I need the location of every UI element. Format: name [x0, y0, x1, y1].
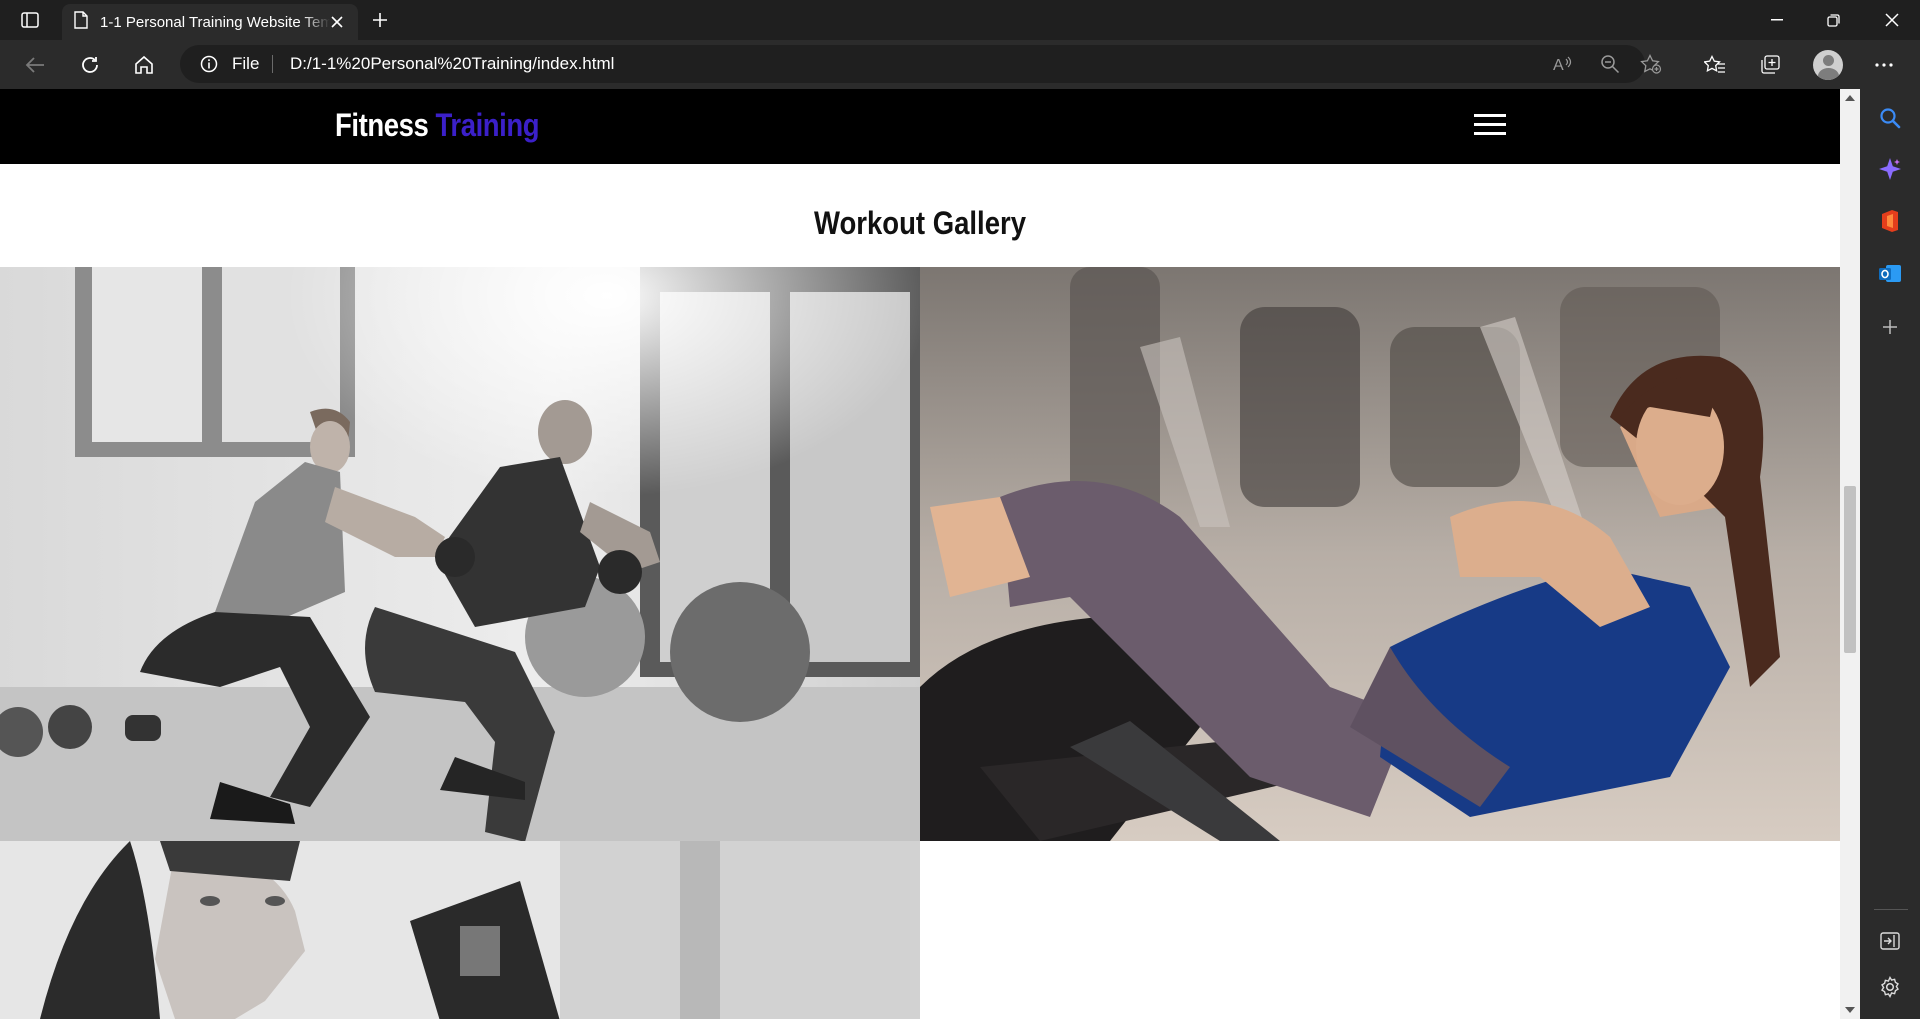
profile-avatar[interactable]: [1813, 50, 1843, 80]
address-separator: [272, 55, 273, 73]
tab-actions-icon[interactable]: [14, 8, 46, 32]
close-tab-icon[interactable]: [328, 13, 346, 31]
browser-tab[interactable]: 1-1 Personal Training Website Template: [62, 4, 358, 40]
gallery-photo-squats[interactable]: [0, 267, 920, 841]
page-icon: [74, 10, 88, 34]
split-screen-icon[interactable]: [1878, 929, 1902, 953]
close-window-button[interactable]: [1864, 0, 1920, 40]
svg-text:A: A: [1553, 57, 1564, 73]
add-icon[interactable]: [1878, 315, 1902, 339]
page-viewport: Fitness Training Workout Gallery: [0, 89, 1840, 1019]
back-button[interactable]: [19, 49, 51, 81]
search-icon[interactable]: [1878, 106, 1902, 130]
page-scrollbar[interactable]: [1840, 89, 1860, 1019]
browser-toolbar: File D:/1-1%20Personal%20Training/index.…: [0, 40, 1920, 89]
scroll-up-arrow[interactable]: [1845, 95, 1855, 101]
logo-accent-text: Training: [435, 107, 540, 143]
gallery-photo-situps[interactable]: [920, 267, 1840, 841]
new-tab-button[interactable]: [366, 8, 394, 32]
office-icon[interactable]: [1878, 209, 1902, 233]
read-aloud-icon[interactable]: A: [1551, 53, 1575, 75]
site-header: Fitness Training: [0, 89, 1840, 164]
logo-primary-text: Fitness: [335, 107, 429, 143]
address-bar[interactable]: File D:/1-1%20Personal%20Training/index.…: [180, 45, 1662, 83]
browser-sidebar: [1860, 89, 1920, 1019]
copilot-icon[interactable]: [1878, 157, 1902, 181]
tab-title: 1-1 Personal Training Website Template: [100, 13, 330, 31]
minimize-button[interactable]: [1749, 0, 1805, 40]
address-scheme: File: [232, 54, 260, 73]
tab-strip: 1-1 Personal Training Website Template: [0, 0, 1920, 40]
collections-icon[interactable]: [1754, 49, 1786, 81]
site-logo[interactable]: Fitness Training: [335, 107, 540, 144]
settings-icon[interactable]: [1878, 975, 1902, 999]
site-info-icon[interactable]: [200, 55, 218, 78]
gallery-photo-machine[interactable]: [0, 841, 920, 1019]
gallery-title: Workout Gallery: [813, 205, 1027, 241]
favorites-icon[interactable]: [1699, 49, 1731, 81]
sidebar-divider: [1874, 909, 1908, 910]
zoom-out-icon[interactable]: [1598, 53, 1622, 75]
home-button[interactable]: [128, 49, 160, 81]
restore-button[interactable]: [1805, 0, 1861, 40]
add-favorite-icon[interactable]: [1639, 53, 1663, 75]
more-icon[interactable]: [1868, 49, 1900, 81]
refresh-button[interactable]: [74, 49, 106, 81]
address-url[interactable]: D:/1-1%20Personal%20Training/index.html: [290, 54, 614, 74]
menu-icon[interactable]: [1474, 114, 1506, 135]
scroll-down-arrow[interactable]: [1845, 1007, 1855, 1013]
outlook-icon[interactable]: [1878, 262, 1902, 286]
scroll-thumb[interactable]: [1844, 486, 1856, 653]
